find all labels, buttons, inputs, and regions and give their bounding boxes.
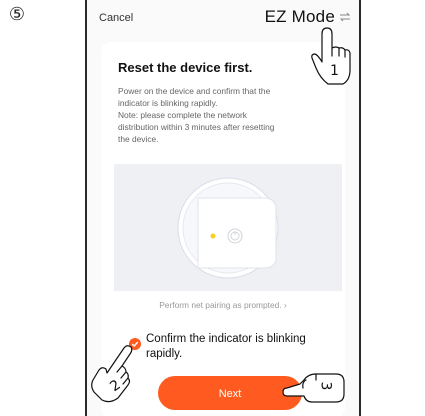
instructions-text: Power on the device and confirm that the… bbox=[118, 85, 333, 145]
phone-screen: Cancel EZ Mode Reset the device first. P… bbox=[85, 0, 361, 416]
hand-1-label: 1 bbox=[330, 63, 339, 79]
checkmark-icon bbox=[131, 341, 139, 347]
instructions-line: indicator is blinking rapidly. bbox=[118, 98, 218, 108]
instructions-line: Power on the device and confirm that the bbox=[118, 86, 271, 96]
swap-arrows-icon bbox=[339, 12, 351, 22]
hand-3-label: 3 bbox=[317, 381, 334, 391]
nav-bar: Cancel EZ Mode bbox=[87, 0, 359, 38]
confirm-checkbox[interactable] bbox=[129, 338, 141, 350]
instructions-line: the device. bbox=[118, 134, 159, 144]
mode-switch-button[interactable]: EZ Mode bbox=[265, 7, 351, 27]
page-title: Reset the device first. bbox=[118, 60, 253, 75]
confirm-indicator-label: Confirm the indicator is blinking rapidl… bbox=[146, 333, 306, 360]
reset-instructions-card: Reset the device first. Power on the dev… bbox=[101, 42, 345, 416]
instructions-line: Note: please complete the network bbox=[118, 110, 247, 120]
pairing-help-link[interactable]: Perform net pairing as prompted. › bbox=[101, 300, 345, 310]
device-image bbox=[177, 177, 279, 279]
cancel-button[interactable]: Cancel bbox=[99, 12, 133, 24]
next-button[interactable]: Next bbox=[158, 376, 302, 410]
step-number-marker: ⑤ bbox=[8, 4, 26, 25]
device-illustration bbox=[114, 164, 342, 291]
indicator-light-icon bbox=[210, 233, 216, 239]
instructions-line: distribution within 3 minutes after rese… bbox=[118, 122, 275, 132]
mode-label: EZ Mode bbox=[264, 7, 335, 26]
